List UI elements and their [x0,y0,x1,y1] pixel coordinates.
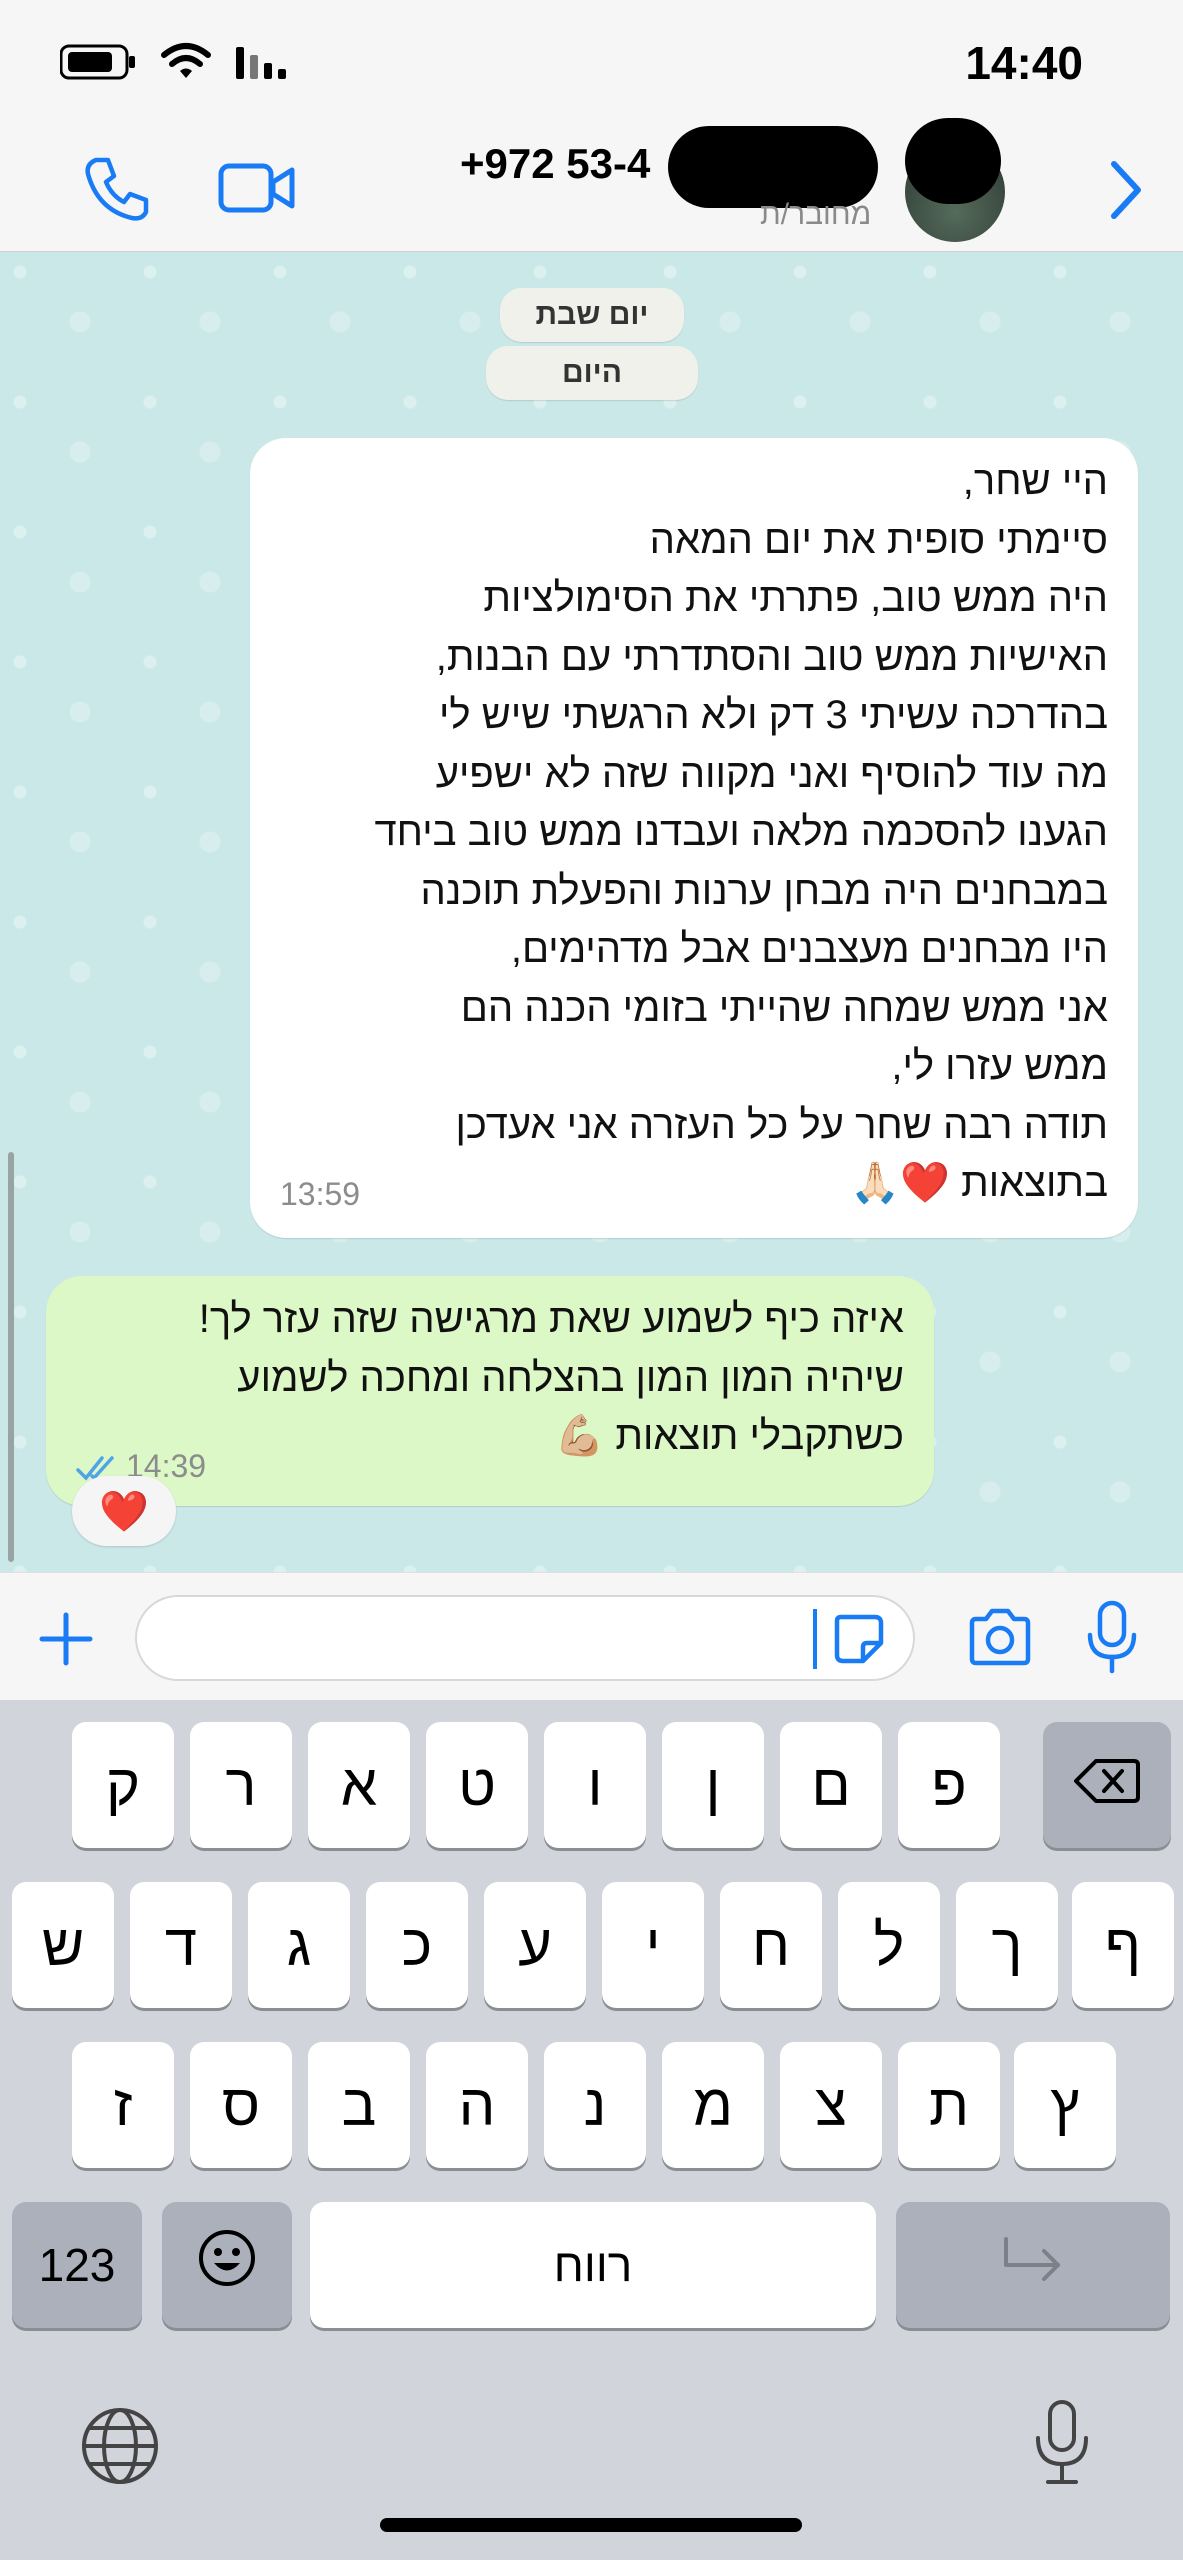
key[interactable]: ב [308,2042,410,2168]
message-line: במבחנים היה מבחן ערנות והפעלת תוכנה [420,868,1108,913]
chevron-right-icon[interactable] [1108,160,1144,225]
key[interactable]: ו [544,1722,646,1848]
microphone-icon[interactable] [1086,1599,1138,1680]
phone-icon[interactable] [82,154,152,229]
scrollbar[interactable] [8,1152,14,1562]
emoji-icon [197,2228,257,2302]
message-line: היי שחר, [962,459,1108,503]
space-key[interactable]: רווח [310,2202,876,2328]
redaction-mark [668,126,878,208]
message-line: בהדרכה עשיתי 3 דק ולא הרגשתי שיש לי [438,693,1108,737]
return-key[interactable] [896,2202,1170,2328]
date-label: יום שבת [500,288,684,342]
keyboard: ק ר א ט ו ן ם פ ש ד ג כ ע י ח ל ך ף ז ס … [0,1700,1183,2560]
status-icons [59,42,288,87]
outgoing-message-text: איזה כיף לשמוע שאת מרגישה שזה עזר לך! שי… [199,1290,904,1466]
key[interactable]: ה [426,2042,528,2168]
signal-icon [234,43,288,86]
key[interactable]: ק [72,1722,174,1848]
key[interactable]: ע [484,1882,586,2008]
key[interactable]: כ [366,1882,468,2008]
status-time: 14:40 [965,37,1083,89]
redaction-mark [905,118,1001,204]
globe-icon[interactable] [80,2406,160,2491]
chat-header: +972 53-4 מחובר/ת [0,118,1183,252]
message-input[interactable] [135,1595,915,1681]
status-bar: 14:40 [0,0,1183,130]
message-line: היו מבחנים מעצבנים אבל מדהימים, [510,927,1108,971]
message-line: איזה כיף לשמוע שאת מרגישה שזה עזר לך! [198,1297,904,1341]
date-label: היום [486,346,698,400]
backspace-icon [1074,1752,1140,1819]
key[interactable]: ם [780,1722,882,1848]
battery-icon [59,43,138,86]
backspace-key[interactable] [1043,1722,1171,1848]
incoming-message-bubble[interactable]: היי שחר, סיימתי סופית את יום המאה היה ממ… [250,438,1138,1238]
dictation-icon[interactable] [1034,2398,1090,2493]
key[interactable]: ן [662,1722,764,1848]
outgoing-message-bubble[interactable]: איזה כיף לשמוע שאת מרגישה שזה עזר לך! שי… [46,1276,934,1506]
message-line: האישיות ממש טוב והסתדרתי עם הבנות, [435,634,1108,679]
key[interactable]: צ [780,2042,882,2168]
key[interactable]: ף [1072,1882,1174,2008]
key[interactable]: ג [248,1882,350,2008]
input-bar [0,1572,1183,1700]
chat-area[interactable]: יום שבת היום היי שחר, סיימתי סופית את יו… [0,252,1183,1572]
text-cursor [813,1609,817,1669]
return-icon [1000,2232,1066,2299]
home-indicator[interactable] [380,2518,802,2532]
plus-icon[interactable] [38,1611,94,1672]
key[interactable]: ס [190,2042,292,2168]
message-line: שיהיה המון המון בהצלחה ומחכה לשמוע [237,1355,904,1400]
key[interactable]: ת [898,2042,1000,2168]
message-line: היה ממש טוב, פתרתי את הסימולציות [483,576,1108,620]
wifi-icon [160,42,212,87]
key[interactable]: ח [720,1882,822,2008]
message-line: תודה רבה שחר על כל העזרה אני אעדכן [455,1102,1108,1147]
sticker-icon[interactable] [831,1611,887,1672]
key[interactable]: ר [190,1722,292,1848]
video-icon[interactable] [218,160,296,221]
key[interactable]: נ [544,2042,646,2168]
key[interactable]: ך [956,1882,1058,2008]
message-line: בתוצאות ❤️🙏🏻 [850,1161,1108,1205]
message-line: הגענו להסכמה מלאה ועבדנו ממש טוב ביחד [374,810,1108,854]
message-line: אני ממש שמחה שהייתי בזומי הכנה הם [460,985,1108,1030]
key[interactable]: י [602,1882,704,2008]
message-time: 13:59 [280,1176,361,1212]
key[interactable]: ט [426,1722,528,1848]
emoji-key[interactable] [162,2202,292,2328]
key[interactable]: ל [838,1882,940,2008]
key[interactable]: א [308,1722,410,1848]
key[interactable]: ד [130,1882,232,2008]
incoming-message-text: היי שחר, סיימתי סופית את יום המאה היה ממ… [375,452,1108,1213]
key[interactable]: מ [662,2042,764,2168]
camera-icon[interactable] [966,1607,1034,1672]
key[interactable]: ש [12,1882,114,2008]
key[interactable]: ץ [1014,2042,1116,2168]
message-line: כשתקבלי תוצאות 💪🏼 [554,1414,904,1458]
key[interactable]: פ [898,1722,1000,1848]
reaction-heart[interactable]: ❤️ [72,1476,176,1546]
message-line: מה עוד להוסיף ואני מקווה שזה לא ישפיע [435,751,1108,796]
contact-name[interactable]: +972 53-4 [460,140,650,188]
contact-status: מחובר/ת [760,198,872,231]
message-line: סיימתי סופית את יום המאה [649,517,1108,562]
key[interactable]: ז [72,2042,174,2168]
message-line: ממש עזרו לי, [891,1044,1108,1088]
numbers-key[interactable]: 123 [12,2202,142,2328]
